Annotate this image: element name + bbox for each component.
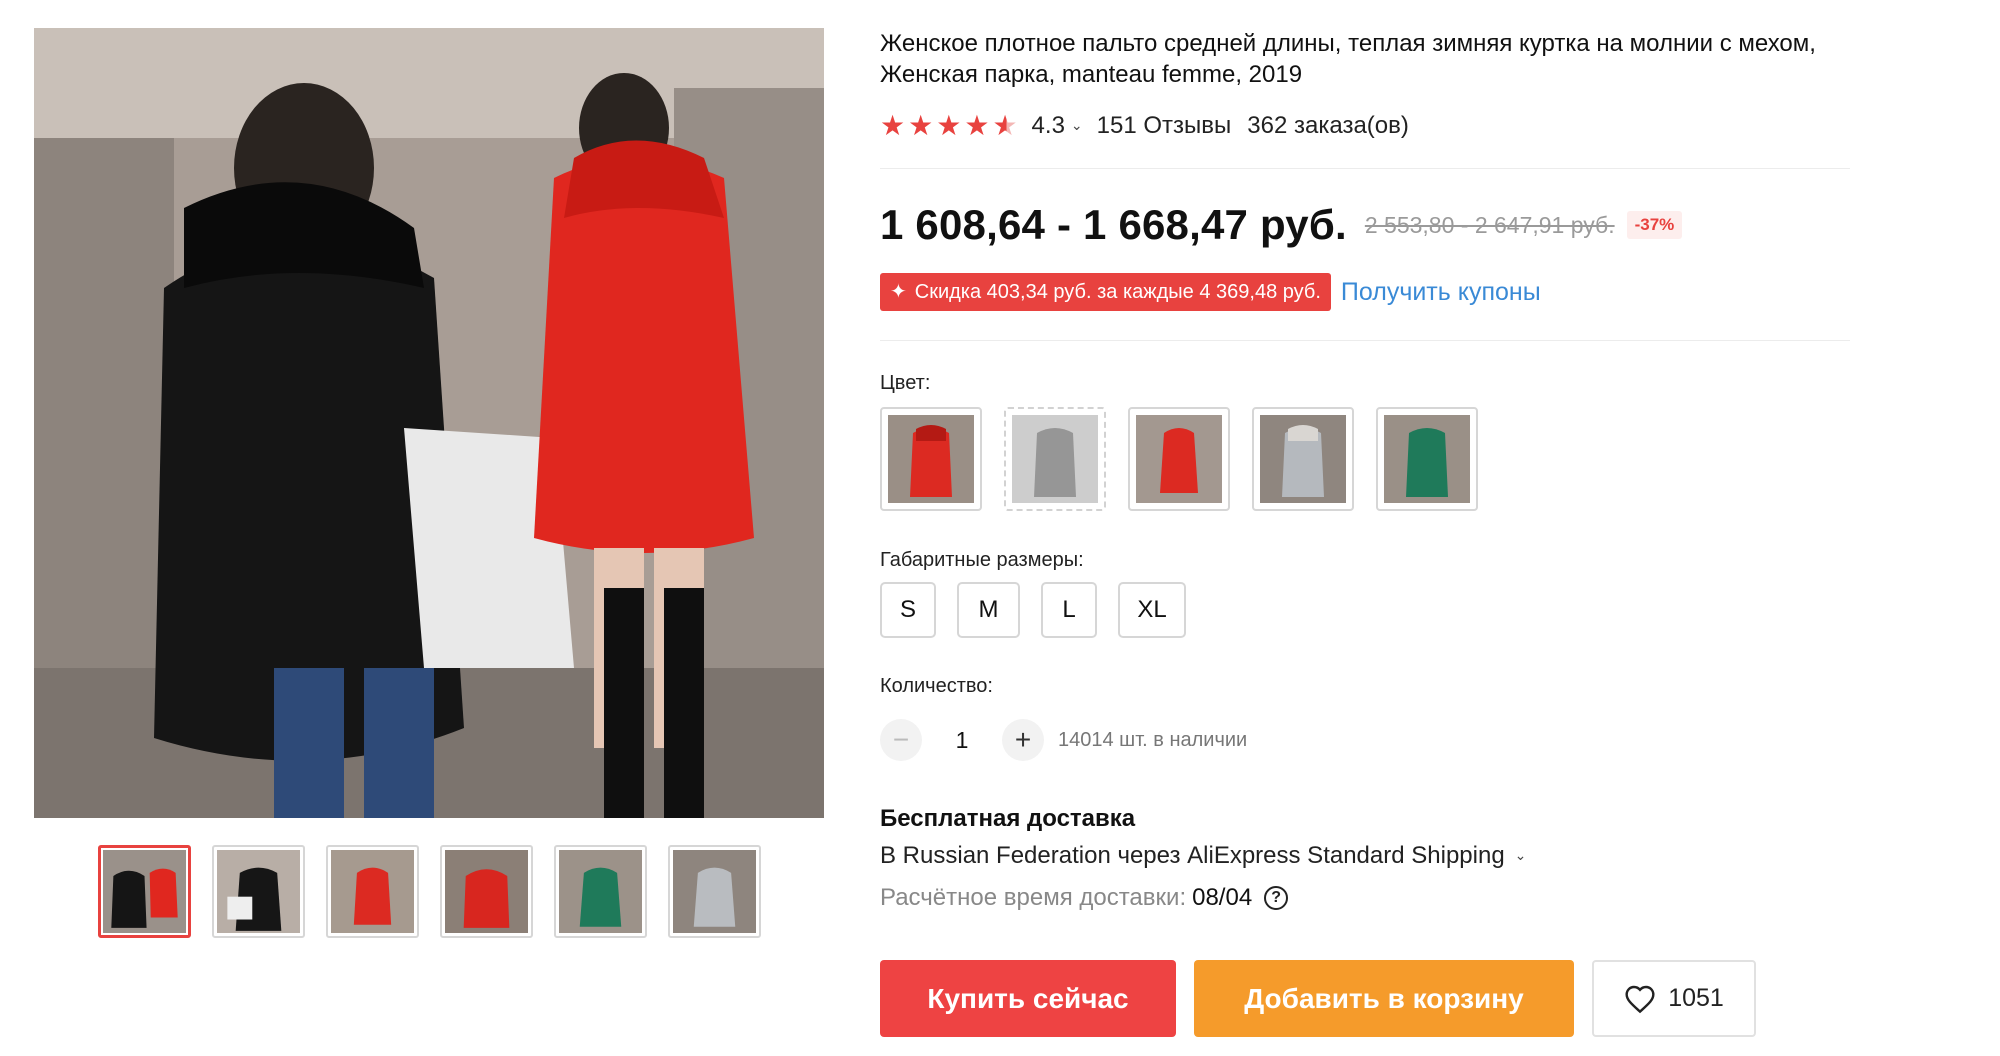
quantity-label: Количество: xyxy=(880,675,993,697)
color-swatch-green[interactable] xyxy=(1376,407,1478,511)
chevron-down-icon[interactable]: ⌄ xyxy=(1515,847,1527,864)
product-title: Женское плотное пальто средней длины, те… xyxy=(880,30,1816,88)
sparkle-icon: ✦ xyxy=(890,281,907,303)
thumbnail-red[interactable] xyxy=(326,845,419,938)
main-product-image[interactable] xyxy=(34,28,824,818)
star-icon: ★ xyxy=(964,110,990,141)
price-row: 1 608,64 - 1 668,47 руб. 2 553,80 - 2 64… xyxy=(880,195,1683,255)
thumbnail-red-front[interactable] xyxy=(440,845,533,938)
color-label: Цвет: xyxy=(880,372,931,394)
reviews-link[interactable]: 151 Отзывы xyxy=(1097,112,1232,140)
eta-label: Расчётное время доставки: xyxy=(880,884,1187,911)
wishlist-button[interactable]: 1051 xyxy=(1592,960,1756,1037)
buy-now-button[interactable]: Купить сейчас xyxy=(880,960,1176,1037)
color-swatch-black[interactable] xyxy=(1004,407,1106,511)
coupon-row: ✦ Скидка 403,34 руб. за каждые 4 369,48 … xyxy=(880,272,1541,312)
coupon-text: Скидка 403,34 руб. за каждые 4 369,48 ру… xyxy=(914,281,1321,303)
star-icon: ★ xyxy=(908,110,934,141)
divider xyxy=(880,168,1850,169)
help-icon[interactable]: ? xyxy=(1264,886,1289,910)
size-options: S M L XL xyxy=(880,582,1186,638)
thumbnail-green[interactable] xyxy=(554,845,647,938)
color-swatch-red-2[interactable] xyxy=(1128,407,1230,511)
delivery-estimate: Расчётное время доставки: 08/04 ? xyxy=(880,884,1289,912)
color-options xyxy=(880,407,1478,511)
size-option-xl[interactable]: XL xyxy=(1118,582,1186,638)
half-star-icon: ★ xyxy=(992,110,1018,141)
increase-quantity-button[interactable]: + xyxy=(1002,719,1044,761)
shipping-method-text[interactable]: В Russian Federation через AliExpress St… xyxy=(880,842,1505,870)
color-swatch-red[interactable] xyxy=(880,407,982,511)
coupon-badge: ✦ Скидка 403,34 руб. за каждые 4 369,48 … xyxy=(880,273,1331,311)
thumbnail-black-and-red[interactable] xyxy=(98,845,191,938)
orders-count: 362 заказа(ов) xyxy=(1247,112,1409,139)
stock-count: 14014 шт. в наличии xyxy=(1058,728,1248,751)
size-option-m[interactable]: M xyxy=(957,582,1020,638)
wishlist-count: 1051 xyxy=(1668,984,1724,1012)
shipping-method[interactable]: В Russian Federation через AliExpress St… xyxy=(880,842,1540,870)
size-label: Габаритные размеры: xyxy=(880,549,1084,571)
quantity-stepper: − 1 + 14014 шт. в наличии xyxy=(880,718,1247,762)
rating-row: ★ ★ ★ ★ ★ 4.3 ⌄ 151 Отзывы 362 заказа(ов… xyxy=(880,110,1850,142)
thumbnail-strip xyxy=(98,845,761,938)
divider xyxy=(880,340,1850,341)
eta-value: 08/04 xyxy=(1192,884,1253,911)
chevron-down-icon[interactable]: ⌄ xyxy=(1071,117,1083,134)
quantity-value[interactable]: 1 xyxy=(922,727,1002,754)
get-coupons-link[interactable]: Получить купоны xyxy=(1341,278,1541,307)
size-option-s[interactable]: S xyxy=(880,582,936,638)
discount-badge: -37% xyxy=(1626,211,1683,239)
current-price: 1 608,64 - 1 668,47 руб. xyxy=(880,201,1347,248)
thumbnail-grey[interactable] xyxy=(668,845,761,938)
decrease-quantity-button[interactable]: − xyxy=(880,719,922,761)
purchase-actions: Купить сейчас Добавить в корзину 1051 xyxy=(880,960,1756,1037)
color-swatch-grey[interactable] xyxy=(1252,407,1354,511)
add-to-cart-button[interactable]: Добавить в корзину xyxy=(1194,960,1574,1037)
shipping-title: Бесплатная доставка xyxy=(880,805,1136,832)
thumbnail-black-white-bag[interactable] xyxy=(212,845,305,938)
star-icon: ★ xyxy=(936,110,962,141)
size-option-l[interactable]: L xyxy=(1041,582,1097,638)
star-icon: ★ xyxy=(880,110,906,141)
star-rating: ★ ★ ★ ★ ★ xyxy=(880,112,1018,140)
heart-icon xyxy=(1625,985,1655,1013)
old-price: 2 553,80 - 2 647,91 руб. xyxy=(1364,211,1615,238)
rating-value[interactable]: 4.3 xyxy=(1032,112,1065,140)
